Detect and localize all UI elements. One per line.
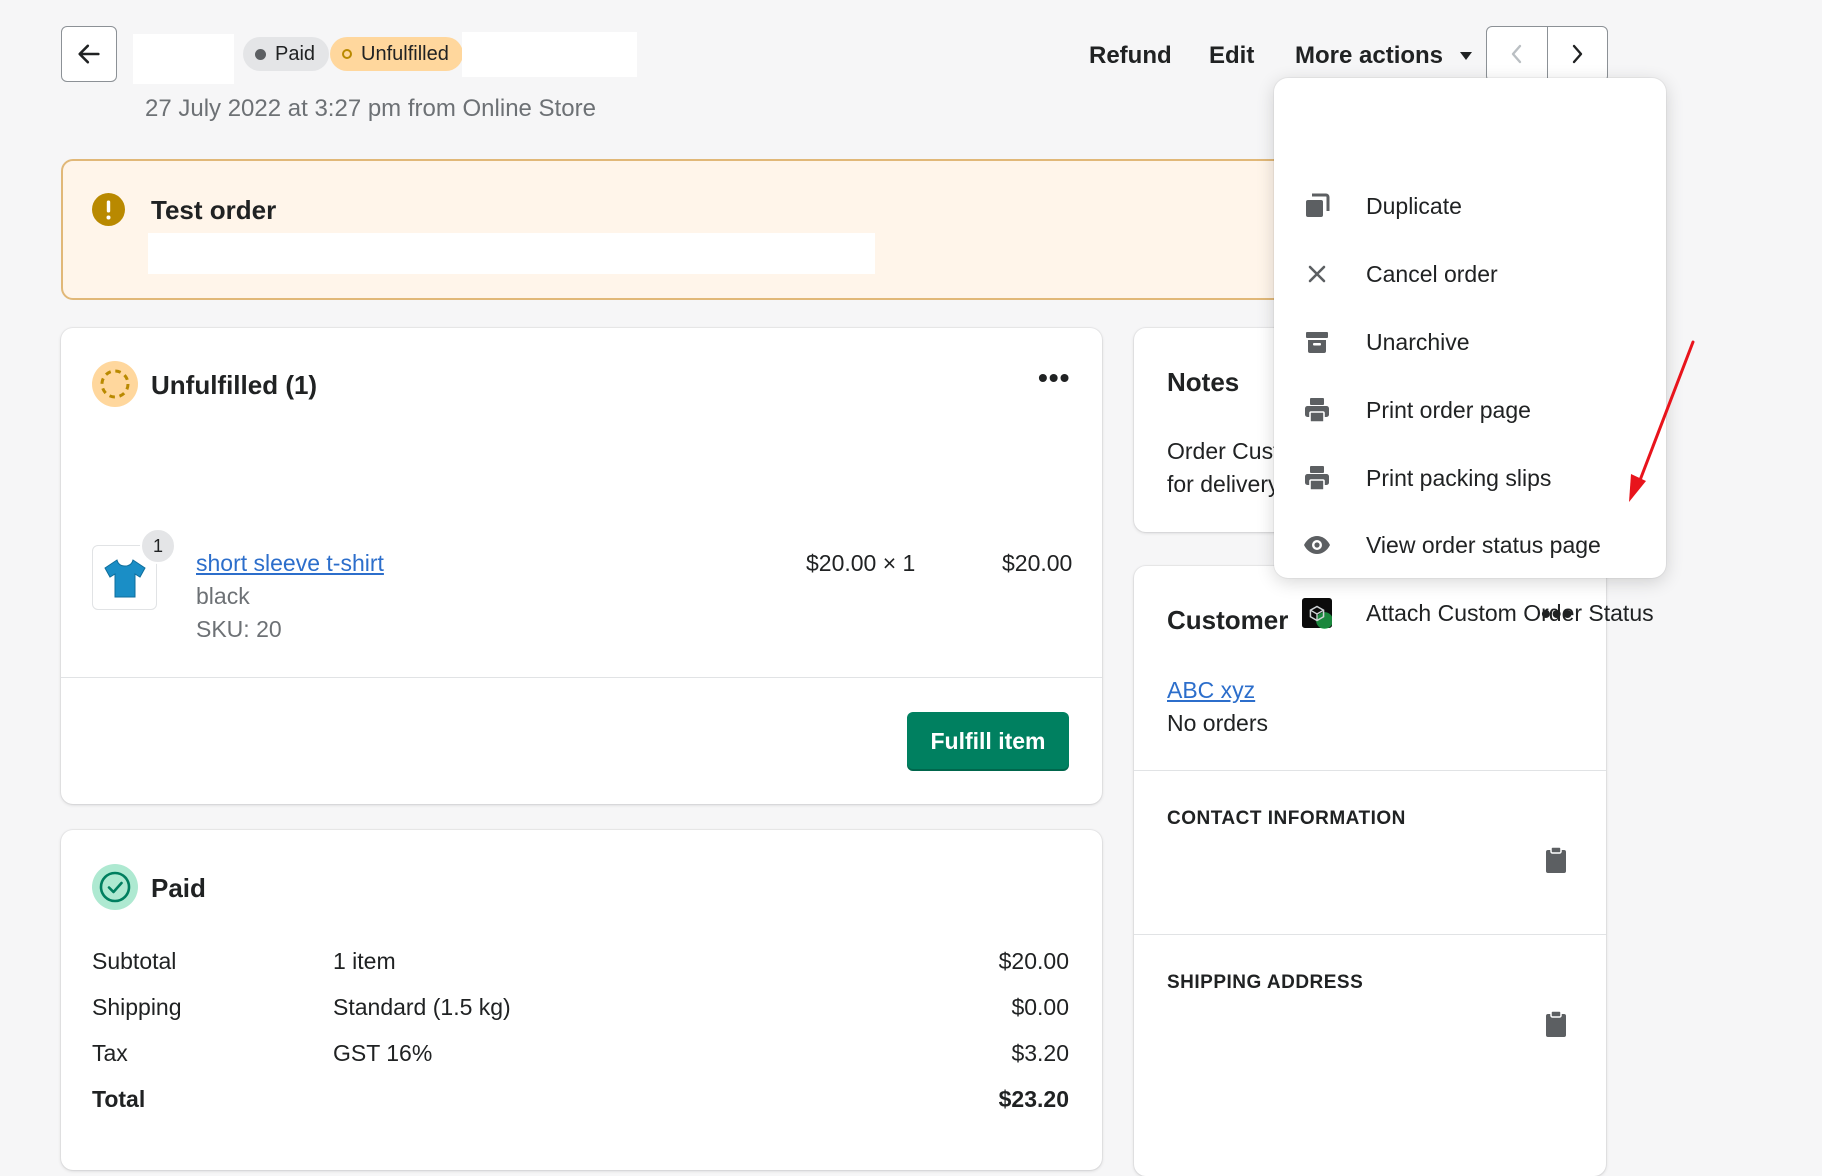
menu-item-label: Duplicate xyxy=(1366,192,1462,219)
shipping-desc: Standard (1.5 kg) xyxy=(333,994,511,1020)
previous-order-button[interactable] xyxy=(1487,27,1548,81)
chevron-left-icon xyxy=(1511,44,1521,64)
shipping-amount: $0.00 xyxy=(1011,994,1069,1020)
customer-divider-1 xyxy=(1134,770,1606,771)
paid-check-icon xyxy=(92,864,138,910)
fulfill-item-button[interactable]: Fulfill item xyxy=(907,712,1069,771)
clipboard-icon[interactable] xyxy=(1545,1010,1567,1038)
paid-card-title: Paid xyxy=(151,873,206,903)
tax-desc: GST 16% xyxy=(333,1040,433,1066)
customer-name-link[interactable]: ABC xyz xyxy=(1167,677,1255,704)
status-dot-icon xyxy=(255,48,266,60)
line-total: $20.00 xyxy=(1002,550,1073,576)
unit-price: $20.00 × 1 xyxy=(806,550,916,576)
paid-badge-label: Paid xyxy=(275,42,316,65)
refund-button[interactable]: Refund xyxy=(1089,42,1172,70)
edit-button[interactable]: Edit xyxy=(1209,42,1254,70)
total-label: Total xyxy=(92,1086,146,1112)
banner-title: Test order xyxy=(151,195,277,225)
redacted-field xyxy=(462,32,637,77)
order-number-redacted xyxy=(133,34,234,84)
annotation-arrow-icon xyxy=(1629,340,1695,502)
menu-item-unarchive[interactable]: Unarchive xyxy=(1274,312,1666,372)
product-variant: black xyxy=(196,583,250,609)
menu-item-label: Cancel order xyxy=(1366,260,1498,287)
tax-label: Tax xyxy=(92,1040,128,1066)
order-date-subtitle: 27 July 2022 at 3:27 pm from Online Stor… xyxy=(145,95,596,122)
menu-item-print-order-page[interactable]: Print order page xyxy=(1274,380,1666,440)
banner-text-redacted xyxy=(148,233,875,274)
order-pager xyxy=(1486,26,1608,82)
paid-card xyxy=(61,830,1102,1170)
more-actions-button[interactable]: More actions xyxy=(1295,42,1473,70)
more-actions-menu: Duplicate Cancel order Unarchive Print o… xyxy=(1274,78,1666,629)
archive-icon xyxy=(1302,327,1332,357)
contact-information-label: CONTACT INFORMATION xyxy=(1167,808,1406,829)
chevron-right-icon xyxy=(1573,44,1583,64)
menu-item-attach-custom-order-status[interactable]: Attach Custom Order Status xyxy=(1274,583,1666,643)
clipboard-icon[interactable] xyxy=(1545,846,1567,874)
unfulfilled-badge-label: Unfulfilled xyxy=(361,42,449,65)
product-sku: SKU: 20 xyxy=(196,616,282,642)
menu-item-cancel-order[interactable]: Cancel order xyxy=(1274,244,1666,304)
unfulfilled-more-options-icon[interactable]: ••• xyxy=(1038,362,1070,394)
shipping-label: Shipping xyxy=(92,994,182,1020)
menu-item-label: View order status page xyxy=(1366,531,1601,558)
menu-item-label: Print packing slips xyxy=(1366,464,1552,491)
notes-card-title: Notes xyxy=(1167,367,1240,397)
tax-amount: $3.20 xyxy=(1011,1040,1069,1066)
printer-icon xyxy=(1302,395,1332,425)
product-name-link[interactable]: short sleeve t-shirt xyxy=(196,550,384,577)
unfulfilled-status-icon xyxy=(92,361,138,407)
notes-line-2: for delivery xyxy=(1167,471,1280,497)
paid-status-badge: Paid xyxy=(243,37,330,71)
customer-orders: No orders xyxy=(1167,710,1268,736)
menu-item-label: Print order page xyxy=(1366,396,1531,423)
menu-item-duplicate[interactable]: Duplicate xyxy=(1274,176,1666,236)
card-divider xyxy=(61,677,1102,678)
back-button[interactable] xyxy=(61,26,117,82)
warning-icon xyxy=(92,193,125,226)
printer-icon xyxy=(1302,463,1332,493)
tshirt-image-icon xyxy=(103,558,146,597)
unfulfilled-status-badge: Unfulfilled xyxy=(330,37,463,71)
subtotal-label: Subtotal xyxy=(92,948,177,974)
more-actions-label: More actions xyxy=(1295,42,1444,69)
total-amount: $23.20 xyxy=(998,1086,1069,1112)
customer-divider-2 xyxy=(1134,934,1606,935)
arrow-left-icon xyxy=(78,44,100,64)
eye-icon xyxy=(1302,530,1332,560)
menu-item-print-packing-slips[interactable]: Print packing slips xyxy=(1274,448,1666,508)
caret-down-icon xyxy=(1460,52,1473,60)
next-order-button[interactable] xyxy=(1548,27,1608,81)
unfulfilled-card-title: Unfulfilled (1) xyxy=(151,370,318,400)
subtotal-desc: 1 item xyxy=(333,948,396,974)
customer-card-title: Customer xyxy=(1167,605,1289,635)
menu-item-view-order-status-page[interactable]: View order status page xyxy=(1274,515,1666,575)
quantity-badge: 1 xyxy=(140,528,176,564)
subtotal-amount: $20.00 xyxy=(998,948,1069,974)
duplicate-icon xyxy=(1302,191,1332,221)
test-order-banner xyxy=(61,159,1391,300)
status-ring-icon xyxy=(342,49,352,59)
notes-line-1: Order Cust xyxy=(1167,438,1280,464)
app-logo-icon xyxy=(1302,598,1332,629)
customer-card xyxy=(1134,566,1606,1176)
shipping-address-label: SHIPPING ADDRESS xyxy=(1167,972,1364,993)
close-icon xyxy=(1302,259,1332,289)
menu-item-label: Unarchive xyxy=(1366,328,1470,355)
menu-item-label: Attach Custom Order Status xyxy=(1366,599,1654,626)
